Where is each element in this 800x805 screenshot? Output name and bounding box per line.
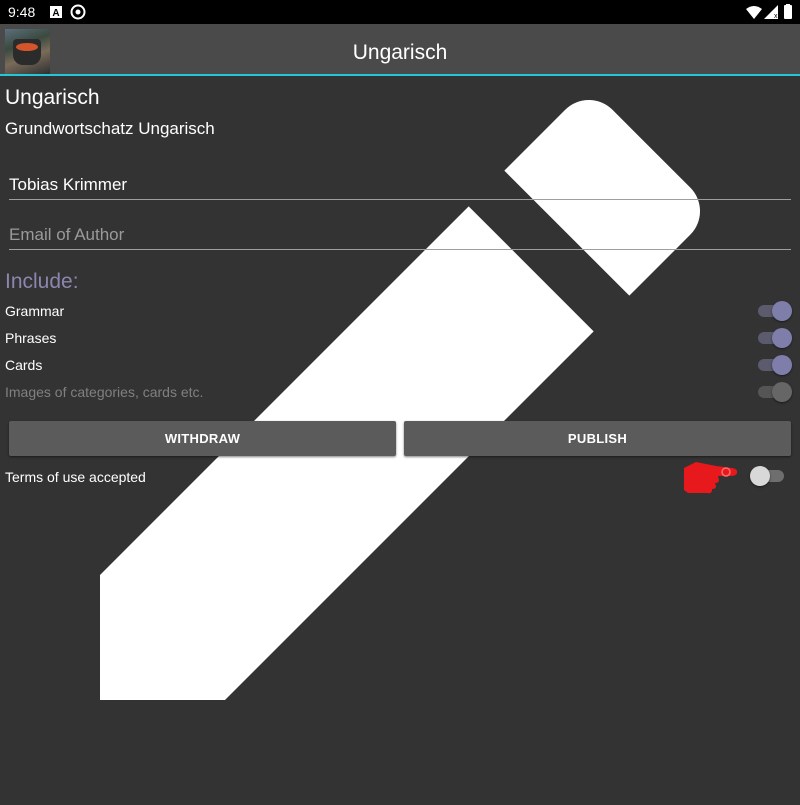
include-cards-label: Cards bbox=[5, 357, 43, 373]
app-bar: Ungarisch bbox=[0, 24, 800, 76]
terms-switch[interactable] bbox=[750, 465, 786, 487]
wifi-icon bbox=[746, 6, 762, 19]
a-notification-icon: A bbox=[50, 6, 62, 19]
signal-icon: x bbox=[764, 5, 778, 20]
svg-text:A: A bbox=[52, 8, 59, 19]
blocked-circle-icon bbox=[70, 4, 86, 20]
author-name-input[interactable] bbox=[9, 175, 791, 195]
status-bar: 9:48 A x bbox=[0, 0, 800, 24]
status-time: 9:48 bbox=[8, 4, 36, 20]
include-images-switch bbox=[758, 382, 792, 402]
include-phrases-switch[interactable] bbox=[758, 328, 792, 348]
include-images-row: Images of categories, cards etc. bbox=[5, 381, 795, 403]
pointing-hand-icon bbox=[684, 462, 738, 494]
terms-label: Terms of use accepted bbox=[5, 469, 146, 485]
include-cards-row[interactable]: Cards bbox=[5, 354, 795, 376]
svg-text:x: x bbox=[774, 13, 778, 20]
include-images-label: Images of categories, cards etc. bbox=[5, 384, 204, 400]
author-name-field[interactable] bbox=[9, 169, 791, 200]
app-bar-title: Ungarisch bbox=[352, 41, 448, 64]
include-grammar-row[interactable]: Grammar bbox=[5, 300, 795, 322]
withdraw-button[interactable]: WITHDRAW bbox=[9, 421, 396, 456]
include-grammar-switch[interactable] bbox=[758, 301, 792, 321]
publish-button[interactable]: PUBLISH bbox=[404, 421, 791, 456]
include-cards-switch[interactable] bbox=[758, 355, 792, 375]
course-description: Grundwortschatz Ungarisch bbox=[5, 119, 215, 138]
author-email-input[interactable] bbox=[9, 225, 791, 245]
include-phrases-label: Phrases bbox=[5, 330, 57, 346]
include-heading: Include: bbox=[5, 270, 79, 293]
include-phrases-row[interactable]: Phrases bbox=[5, 327, 795, 349]
course-title: Ungarisch bbox=[5, 86, 100, 109]
battery-icon bbox=[784, 4, 792, 19]
include-grammar-label: Grammar bbox=[5, 303, 65, 319]
author-email-field[interactable] bbox=[9, 219, 791, 250]
